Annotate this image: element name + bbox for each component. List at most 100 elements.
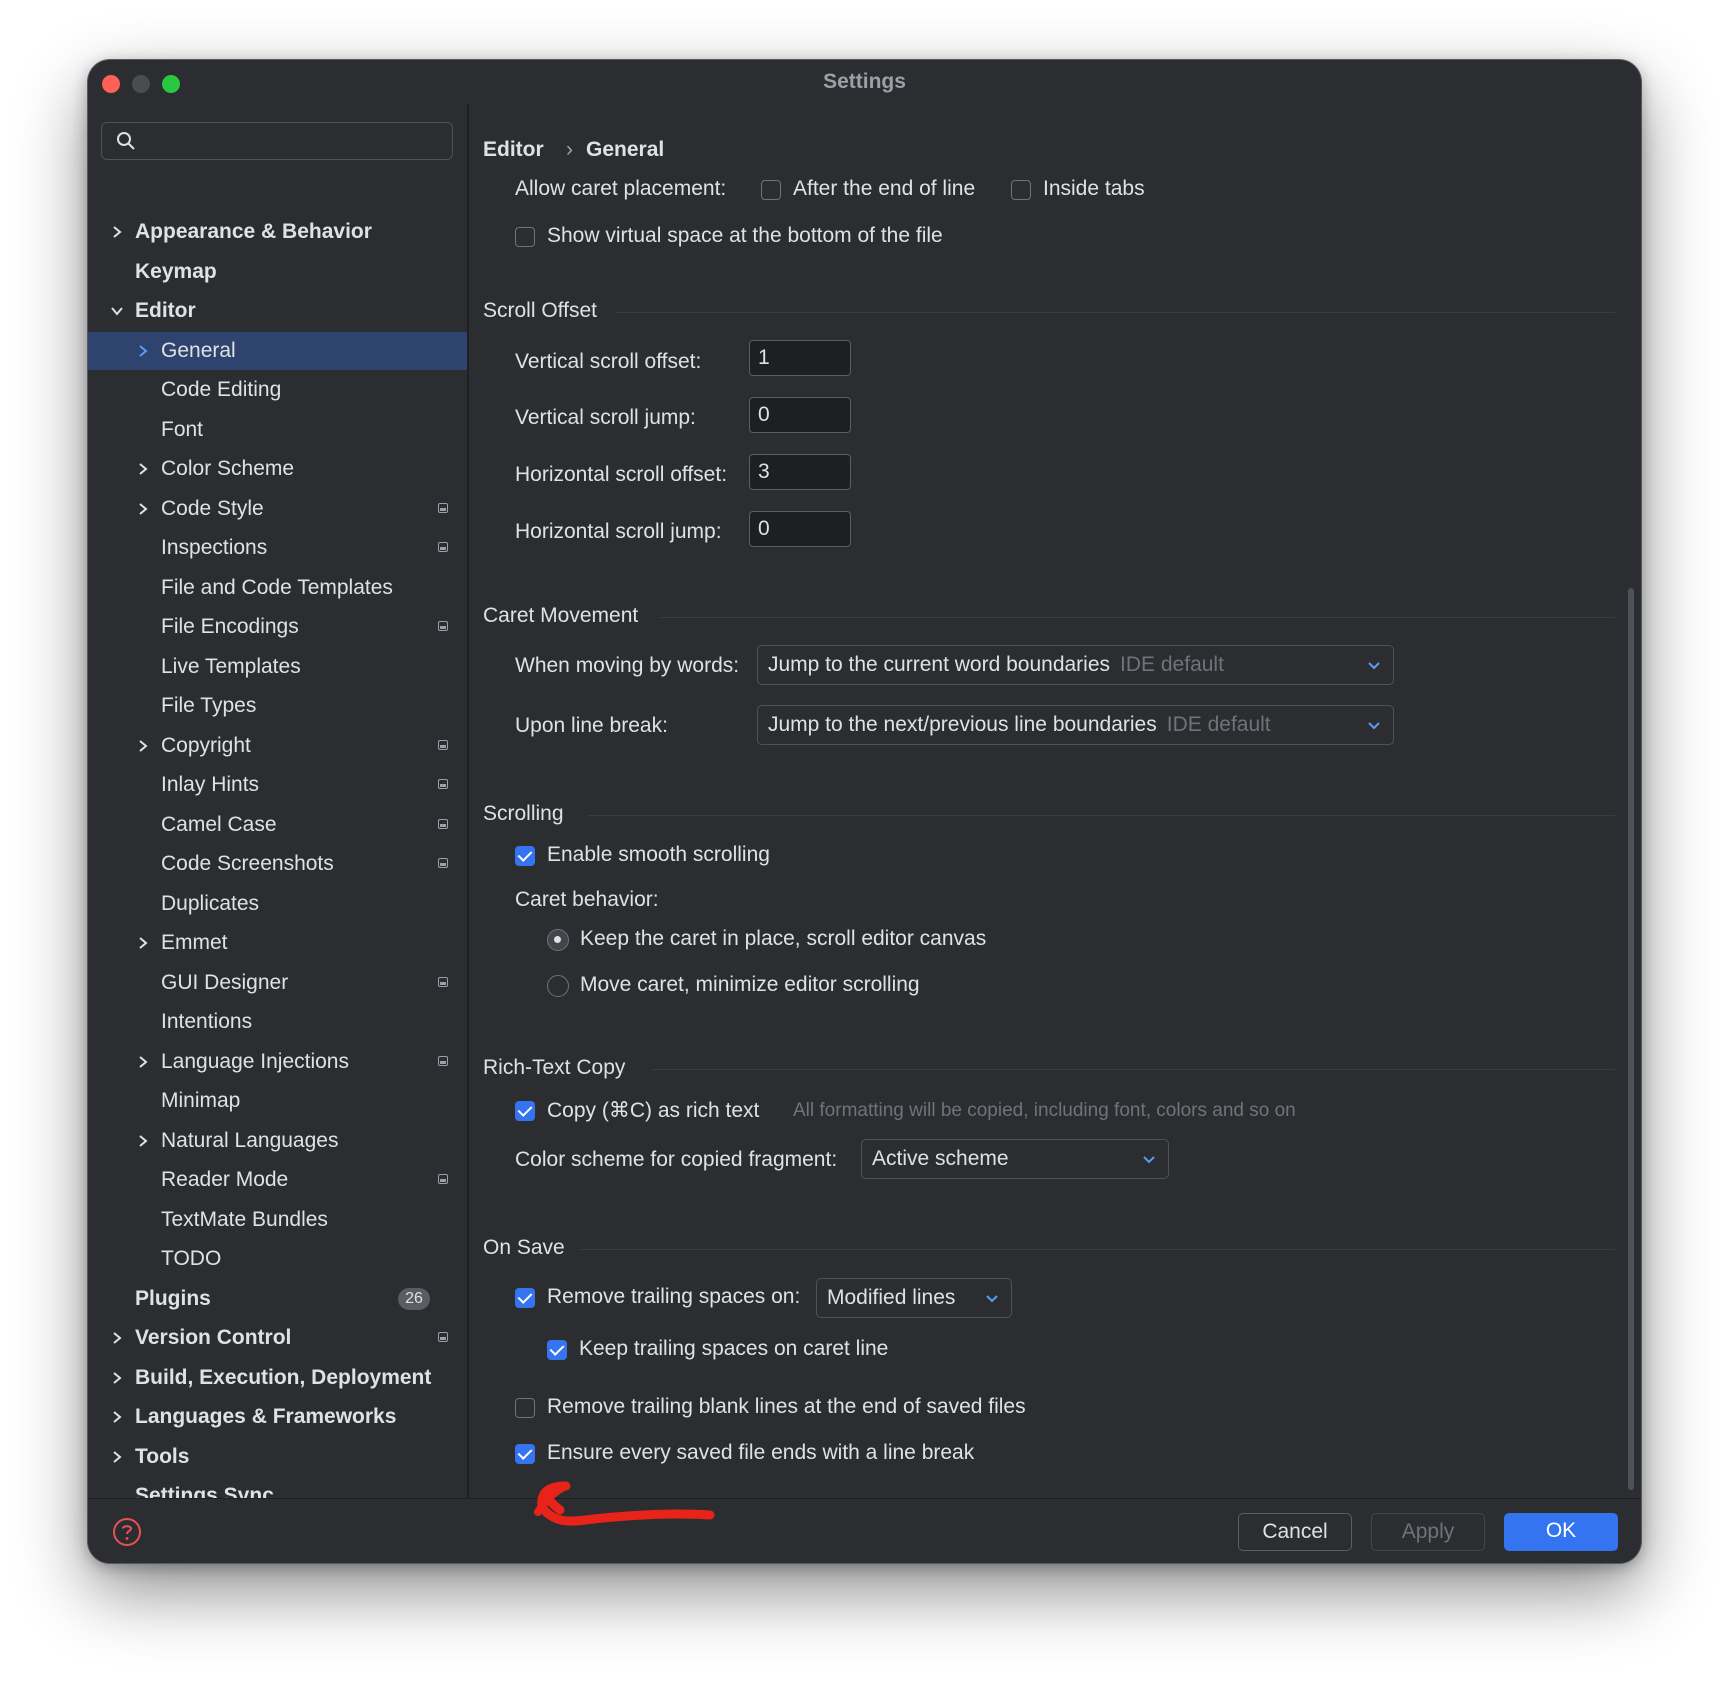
sidebar-item-label: Language Injections [161, 1049, 349, 1073]
content-scrollbar[interactable] [1628, 588, 1634, 1490]
move-caret-radio[interactable] [547, 975, 569, 997]
search-input[interactable] [101, 122, 453, 160]
sidebar-item[interactable]: Version Control [88, 1319, 467, 1357]
project-level-icon [438, 858, 448, 868]
sidebar-item[interactable]: TextMate Bundles [88, 1201, 467, 1239]
chevron-right-icon[interactable] [110, 1410, 124, 1424]
chevron-down-icon[interactable] [110, 304, 124, 318]
vertical-scroll-jump-field[interactable]: 0 [749, 397, 851, 433]
copy-rich-text-checkbox[interactable] [515, 1101, 535, 1121]
sidebar-item[interactable]: Font [88, 411, 467, 449]
remove-blank-lines-checkbox[interactable] [515, 1398, 535, 1418]
sidebar-item-label: Live Templates [161, 654, 301, 678]
chevron-right-icon[interactable] [110, 1331, 124, 1345]
virtual-space-label[interactable]: Show virtual space at the bottom of the … [547, 224, 943, 248]
sidebar-item[interactable]: GUI Designer [88, 964, 467, 1002]
keep-caret-line-checkbox[interactable] [547, 1340, 567, 1360]
section-divider [587, 815, 1615, 816]
sidebar-item[interactable]: Language Injections [88, 1043, 467, 1081]
sidebar-item[interactable]: Editor [88, 292, 467, 330]
breadcrumb-parent[interactable]: Editor [483, 138, 544, 162]
color-scheme-dropdown[interactable]: Active scheme [861, 1139, 1169, 1179]
chevron-right-icon[interactable] [136, 344, 150, 358]
sidebar-item[interactable]: Code Style [88, 490, 467, 528]
chevron-right-icon[interactable] [110, 1450, 124, 1464]
copy-rich-text-label[interactable]: Copy (⌘C) as rich text [547, 1098, 759, 1123]
sidebar-item-label: Build, Execution, Deployment [135, 1365, 432, 1389]
sidebar-item-label: Appearance & Behavior [135, 220, 372, 243]
horizontal-scroll-jump-field[interactable]: 0 [749, 511, 851, 547]
project-level-icon [438, 621, 448, 631]
sidebar-item[interactable]: Duplicates [88, 885, 467, 923]
sidebar-item[interactable]: File Types [88, 687, 467, 725]
chevron-right-icon[interactable] [136, 739, 150, 753]
ensure-line-break-checkbox[interactable] [515, 1444, 535, 1464]
sidebar-item[interactable]: Emmet [88, 924, 467, 962]
sidebar-item[interactable]: Camel Case [88, 806, 467, 844]
sidebar-item[interactable]: Live Templates [88, 648, 467, 686]
moving-by-words-dropdown[interactable]: Jump to the current word boundaries IDE d… [757, 645, 1394, 685]
sidebar-item-label: Editor [135, 299, 196, 322]
upon-line-break-dropdown[interactable]: Jump to the next/previous line boundarie… [757, 705, 1394, 745]
sidebar-item[interactable]: Tools [88, 1438, 467, 1476]
sidebar-item[interactable]: Inspections [88, 529, 467, 567]
sidebar-item[interactable]: Copyright [88, 727, 467, 765]
moving-by-words-label: When moving by words: [515, 654, 740, 677]
move-caret-label[interactable]: Move caret, minimize editor scrolling [580, 973, 920, 997]
smooth-scrolling-label[interactable]: Enable smooth scrolling [547, 843, 770, 867]
remove-trailing-label[interactable]: Remove trailing spaces on: [547, 1285, 800, 1309]
rich-text-copy-title: Rich-Text Copy [483, 1056, 626, 1079]
remove-trailing-checkbox[interactable] [515, 1288, 535, 1308]
keep-caret-radio[interactable] [547, 929, 569, 951]
sidebar-item[interactable]: Code Screenshots [88, 845, 467, 883]
sidebar-item[interactable]: Color Scheme [88, 450, 467, 488]
sidebar-item[interactable]: Plugins 26 [88, 1280, 467, 1318]
sidebar-item[interactable]: File and Code Templates [88, 569, 467, 607]
chevron-right-icon[interactable] [136, 1134, 150, 1148]
remove-blank-lines-label[interactable]: Remove trailing blank lines at the end o… [547, 1395, 1026, 1419]
vertical-scroll-offset-field[interactable]: 1 [749, 340, 851, 376]
after-end-of-line-checkbox[interactable] [761, 180, 781, 200]
dialog-footer: Cancel Apply OK [88, 1498, 1641, 1563]
keep-caret-line-label[interactable]: Keep trailing spaces on caret line [579, 1337, 888, 1361]
ok-button[interactable]: OK [1504, 1513, 1618, 1551]
sidebar-item[interactable]: Appearance & Behavior [88, 213, 467, 251]
chevron-right-icon[interactable] [136, 502, 150, 516]
horizontal-scroll-offset-field[interactable]: 3 [749, 454, 851, 490]
sidebar-item[interactable]: Reader Mode [88, 1161, 467, 1199]
smooth-scrolling-checkbox[interactable] [515, 846, 535, 866]
sidebar-item-label: Camel Case [161, 812, 277, 836]
sidebar-item[interactable]: Minimap [88, 1082, 467, 1120]
chevron-right-icon[interactable] [136, 1055, 150, 1069]
sidebar-item[interactable]: Intentions [88, 1003, 467, 1041]
sidebar-item[interactable]: File Encodings [88, 608, 467, 646]
sidebar-item[interactable]: Build, Execution, Deployment [88, 1359, 467, 1397]
virtual-space-checkbox[interactable] [515, 227, 535, 247]
apply-button[interactable]: Apply [1371, 1513, 1485, 1551]
remove-trailing-value: Modified lines [827, 1286, 956, 1309]
help-icon[interactable] [112, 1517, 142, 1547]
search-icon [117, 132, 135, 150]
sidebar-item[interactable]: Inlay Hints [88, 766, 467, 804]
chevron-right-icon[interactable] [136, 462, 150, 476]
cancel-button[interactable]: Cancel [1238, 1513, 1352, 1551]
chevron-right-icon[interactable] [110, 1371, 124, 1385]
sidebar-item[interactable]: Natural Languages [88, 1122, 467, 1160]
color-scheme-value: Active scheme [872, 1147, 1009, 1170]
sidebar-item[interactable]: General [88, 331, 467, 370]
chevron-right-icon[interactable] [110, 225, 124, 239]
inside-tabs-label[interactable]: Inside tabs [1043, 177, 1145, 201]
keep-caret-label[interactable]: Keep the caret in place, scroll editor c… [580, 927, 986, 951]
sidebar-item[interactable]: TODO [88, 1240, 467, 1278]
sidebar-item-label: Inspections [161, 536, 268, 559]
after-end-of-line-label[interactable]: After the end of line [793, 177, 975, 201]
inside-tabs-checkbox[interactable] [1011, 180, 1031, 200]
chevron-right-icon[interactable] [136, 936, 150, 950]
sidebar-item[interactable]: Settings Sync [88, 1477, 467, 1498]
remove-trailing-dropdown[interactable]: Modified lines [816, 1278, 1012, 1318]
sidebar-item[interactable]: Languages & Frameworks [88, 1398, 467, 1436]
sidebar-item[interactable]: Keymap [88, 253, 467, 291]
ensure-line-break-label[interactable]: Ensure every saved file ends with a line… [547, 1441, 974, 1465]
settings-sidebar: Appearance & Behavior Keymap Editor General… [88, 104, 467, 1498]
sidebar-item[interactable]: Code Editing [88, 371, 467, 409]
